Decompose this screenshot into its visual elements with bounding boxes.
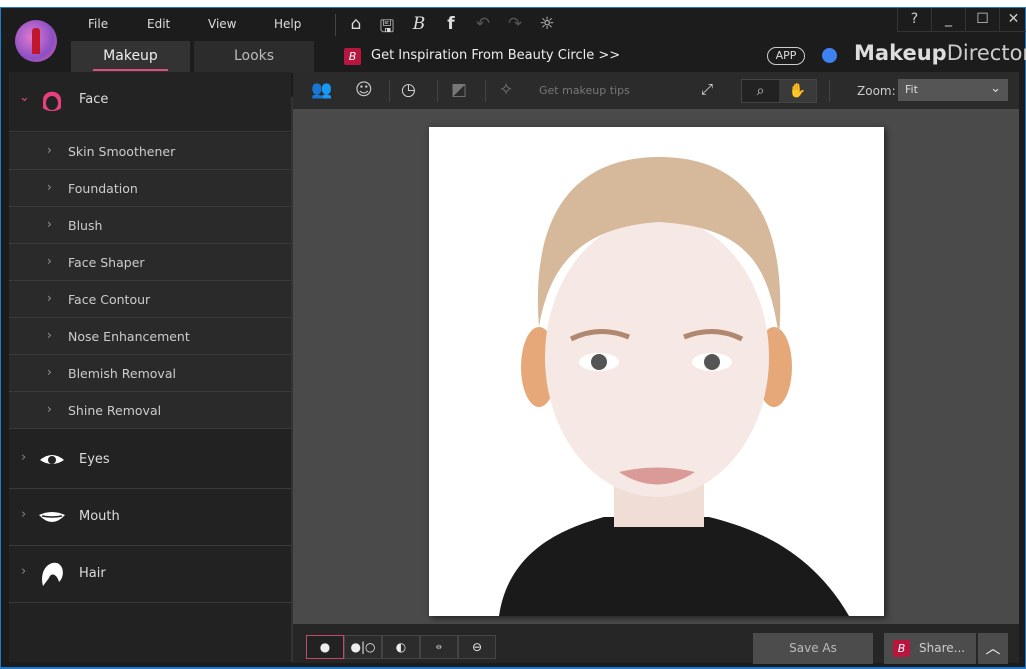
sidebar-item-face-shaper[interactable]: › Face Shaper (9, 244, 291, 281)
zoom-label: Zoom: (857, 84, 896, 98)
split-horizontal-view-button[interactable]: ⊖ (458, 635, 496, 659)
settings-icon[interactable]: ☼ (537, 14, 557, 34)
sidebar-item-skin-smoothener[interactable]: › Skin Smoothener (9, 133, 291, 170)
split-vertical-view-button[interactable]: ◐ (382, 635, 420, 659)
share-button[interactable]: B Share... (884, 633, 976, 664)
hair-icon (42, 562, 63, 586)
sidebar-item-label: Face Contour (68, 292, 151, 307)
notification-bell-icon[interactable] (822, 48, 837, 63)
compare-faces-icon[interactable]: 👥 (311, 80, 332, 100)
category-label: Eyes (79, 452, 110, 467)
sidebar-item-nose-enhancement[interactable]: › Nose Enhancement (9, 318, 291, 355)
magnifier-icon[interactable]: ⌕ (742, 80, 779, 102)
close-button[interactable]: ✕ (999, 8, 1026, 32)
lips-icon (39, 512, 65, 522)
eye-icon (40, 455, 64, 464)
menu-edit[interactable]: Edit (147, 17, 170, 31)
chevron-right-icon: › (47, 180, 52, 194)
sidebar-item-label: Foundation (68, 181, 138, 196)
photo-canvas[interactable] (293, 109, 1019, 624)
history-icon[interactable]: ◷ (401, 80, 416, 100)
app-logo (15, 20, 57, 62)
sidebar-item-label: Blush (68, 218, 103, 233)
category-face[interactable]: ⌄ Face (9, 72, 291, 132)
beauty-circle-icon: B (893, 640, 910, 657)
sidebar-item-face-contour[interactable]: › Face Contour (9, 281, 291, 318)
sidebar-item-label: Skin Smoothener (68, 144, 176, 159)
face-icon (43, 91, 61, 111)
portrait-photo (429, 127, 884, 616)
zoom-value: Fit (905, 83, 918, 96)
sidebar-item-label: Shine Removal (68, 403, 162, 418)
save-icon[interactable]: 🖫 (377, 14, 397, 43)
category-label: Mouth (79, 509, 120, 524)
makeup-tips-icon[interactable]: ✧ (499, 80, 513, 100)
chevron-right-icon: › (47, 217, 52, 231)
edit-toolbar: 👥 ☺ ◷ ◩ ✧ Get makeup tips ⤢ ⌕ ✋ Zoom: Fi… (293, 72, 1019, 109)
top-bottom-view-button[interactable]: ⦵ (420, 635, 458, 659)
fullscreen-icon[interactable]: ⤢ (701, 80, 713, 98)
hand-icon[interactable]: ✋ (779, 80, 816, 102)
facebook-icon[interactable]: f (441, 14, 461, 34)
sidebar-item-foundation[interactable]: › Foundation (9, 170, 291, 207)
share-label: Share... (919, 641, 966, 655)
chevron-right-icon: › (47, 254, 52, 268)
chevron-right-icon: › (21, 450, 27, 465)
brand-bold: Makeup (854, 41, 947, 65)
chevron-right-icon: › (47, 328, 52, 342)
maximize-button[interactable]: ☐ (965, 8, 999, 32)
brand-logo: MakeupDirector (854, 41, 1026, 65)
beauty-circle-icon: B (344, 48, 361, 65)
chevron-down-icon: ⌄ (990, 81, 1001, 96)
chevron-right-icon: › (47, 291, 52, 305)
chevron-right-icon: › (21, 564, 27, 579)
sidebar-item-blemish-removal[interactable]: › Blemish Removal (9, 355, 291, 392)
tool-group: ⌕ ✋ (741, 79, 817, 103)
bottom-bar: ● ●|○ ◐ ⦵ ⊖ Save As B Share... ︿ (293, 624, 1019, 664)
side-by-side-view-button[interactable]: ●|○ (344, 635, 382, 659)
category-mouth[interactable]: › Mouth (9, 489, 291, 546)
redo-icon[interactable]: ↷ (505, 14, 525, 34)
chevron-up-icon[interactable]: ︿ (978, 633, 1008, 664)
brand-light: Director (946, 41, 1026, 65)
sidebar-item-label: Blemish Removal (68, 366, 176, 381)
category-label: Hair (79, 566, 106, 581)
app-button[interactable]: APP (767, 47, 805, 65)
beauty-circle-link[interactable]: Get Inspiration From Beauty Circle >> (371, 48, 620, 63)
menu-help[interactable]: Help (274, 17, 301, 31)
sidebar-item-shine-removal[interactable]: › Shine Removal (9, 392, 291, 429)
menu-view[interactable]: View (208, 17, 236, 31)
help-button[interactable]: ? (897, 8, 931, 32)
sidebar-item-blush[interactable]: › Blush (9, 207, 291, 244)
makeup-tips-button[interactable]: Get makeup tips (539, 84, 630, 97)
home-icon[interactable]: ⌂ (346, 14, 366, 34)
save-as-button[interactable]: Save As (753, 633, 873, 664)
chevron-right-icon: › (47, 365, 52, 379)
menu-file[interactable]: File (88, 17, 108, 31)
minimize-button[interactable]: _ (931, 8, 965, 32)
sidebar-item-label: Face Shaper (68, 255, 145, 270)
zoom-select[interactable]: Fit ⌄ (898, 79, 1008, 101)
category-hair[interactable]: › Hair (9, 546, 291, 603)
feature-sidebar: ⌄ Face › Skin Smoothener › Foundation › Blush… (9, 72, 299, 662)
undo-icon[interactable]: ↶ (473, 14, 493, 34)
chevron-down-icon: ⌄ (19, 90, 30, 105)
category-label: Face (79, 92, 109, 107)
before-after-icon[interactable]: ◩ (451, 80, 467, 100)
chevron-right-icon: › (47, 143, 52, 157)
chevron-right-icon: › (21, 507, 27, 522)
single-view-button[interactable]: ● (306, 635, 344, 659)
category-eyes[interactable]: › Eyes (9, 432, 291, 489)
chevron-right-icon: › (47, 402, 52, 416)
tab-makeup[interactable]: Makeup (71, 41, 190, 73)
face-detect-icon[interactable]: ☺ (355, 80, 373, 100)
sidebar-item-label: Nose Enhancement (68, 329, 190, 344)
tab-looks[interactable]: Looks (194, 41, 314, 73)
app-window: File Edit View Help ⌂ 🖫 B f ↶ ↷ ☼ Makeup… (0, 7, 1026, 669)
beauty-circle-icon[interactable]: B (409, 14, 429, 34)
